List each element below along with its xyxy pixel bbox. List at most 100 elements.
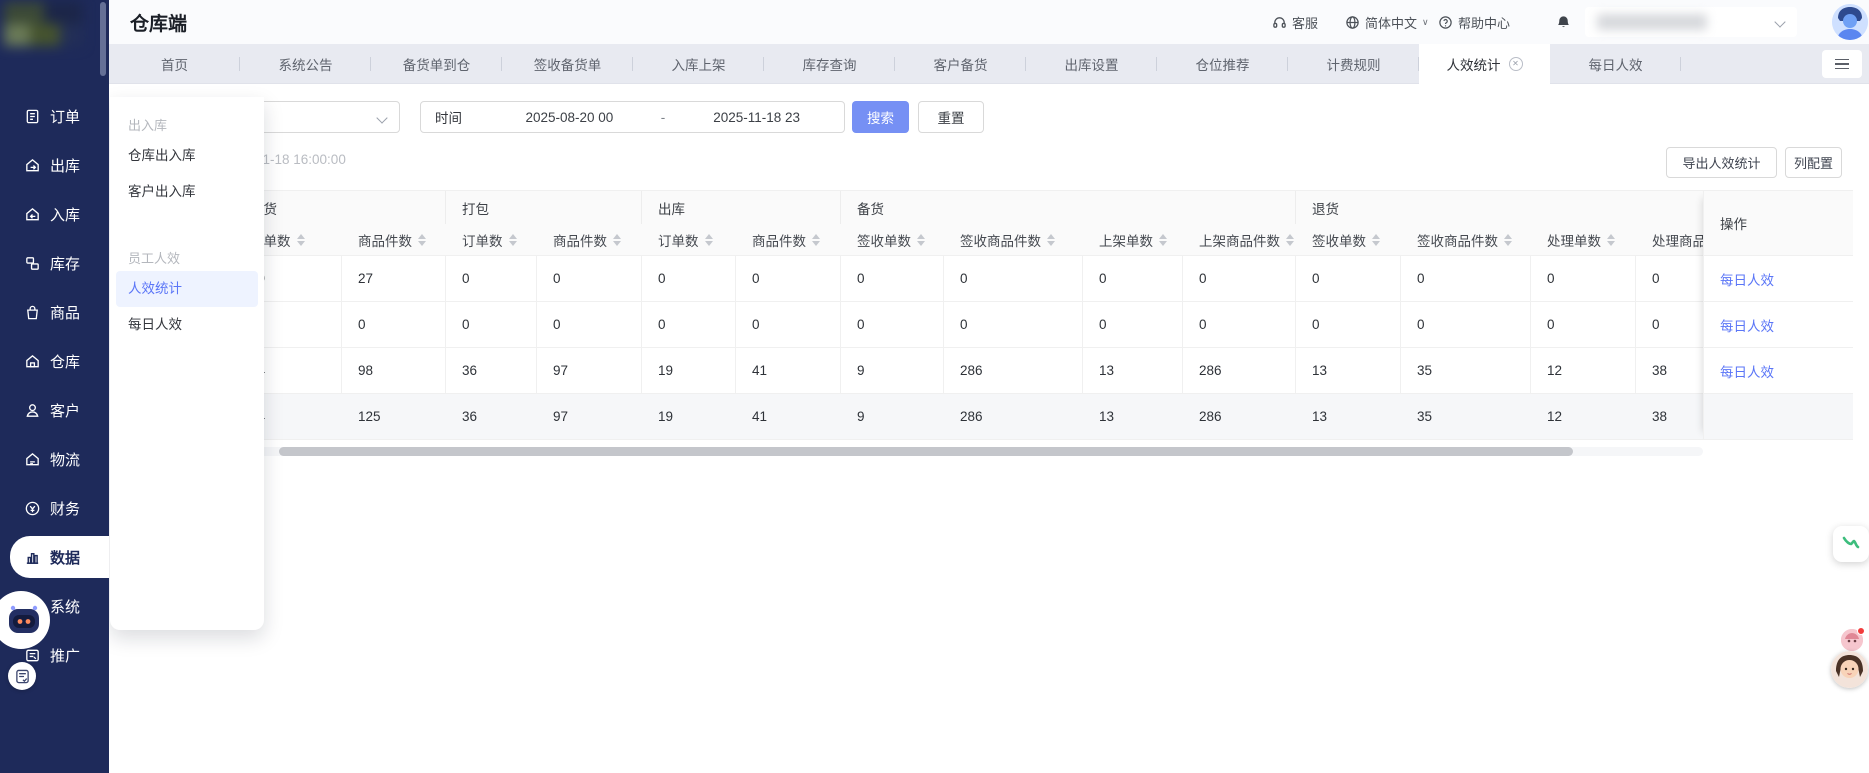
sidebar-scrollbar[interactable] [100,2,106,76]
sidebar-item-商品[interactable]: 商品 [0,288,109,337]
table-cell: 0 [1636,302,1703,347]
table-cell: 0 [537,302,642,347]
sort-icon[interactable] [1047,234,1055,246]
user-avatar[interactable] [1832,4,1868,40]
sort-icon[interactable] [1372,234,1380,246]
date-to-value[interactable]: 2025-11-18 23 [669,110,844,125]
sort-icon[interactable] [418,234,426,246]
tab-每日人效[interactable]: 每日人效 [1550,44,1681,84]
sidebar-item-物流[interactable]: 物流 [0,435,109,484]
tab-系统公告[interactable]: 系统公告 [240,44,371,84]
chat-logo-icon [1840,533,1862,555]
menu-section-title: 出入库 [128,115,264,134]
daily-efficiency-link[interactable]: 每日人效 [1720,361,1774,381]
tab-备货单到仓[interactable]: 备货单到仓 [371,44,502,84]
data-icon [24,549,41,566]
inbound-icon [24,206,41,223]
sort-icon[interactable] [1159,234,1167,246]
sort-icon[interactable] [1504,234,1512,246]
tab-客户备货[interactable]: 客户备货 [895,44,1026,84]
sidebar-item-财务[interactable]: 财务 [0,484,109,533]
date-from-value[interactable]: 2025-08-20 00 [482,110,657,125]
outbound-icon [24,157,41,174]
sort-icon[interactable] [1607,234,1615,246]
sidebar-item-出库[interactable]: 出库 [0,141,109,190]
sort-icon[interactable] [812,234,820,246]
table-cell: 0 [1296,256,1401,301]
chat-widget-button[interactable] [1833,526,1869,562]
tab-计费规则[interactable]: 计费规则 [1288,44,1419,84]
sort-icon[interactable] [613,234,621,246]
table-cell: 27 [342,256,446,301]
tab-仓位推荐[interactable]: 仓位推荐 [1157,44,1288,84]
assistant-avatar[interactable] [1831,651,1868,688]
sidebar-item-库存[interactable]: 库存 [0,239,109,288]
menu-item-每日人效[interactable]: 每日人效 [110,307,264,343]
close-tab-icon[interactable]: ✕ [1509,57,1523,71]
menu-item-仓库出入库[interactable]: 仓库出入库 [110,138,264,174]
tab-库存查询[interactable]: 库存查询 [764,44,895,84]
tab-出库设置[interactable]: 出库设置 [1026,44,1157,84]
table-cell: 125 [342,394,446,439]
column-header-商品件数: 商品件数 [342,224,446,255]
tab-list-menu-button[interactable] [1822,50,1862,78]
table-cell: 13 [1296,394,1401,439]
chevron-down-icon [1774,16,1785,27]
menu-item-客户出入库[interactable]: 客户出入库 [110,174,264,210]
table-cell: 36 [446,394,537,439]
table-cell: 0 [841,256,944,301]
notification-dot [1857,627,1865,635]
help-center-button[interactable]: 帮助中心 [1438,0,1510,44]
table-cell: 35 [1401,348,1531,393]
sort-icon[interactable] [705,234,713,246]
sidebar-item-数据[interactable]: 数据 [10,536,109,578]
table-row: 44983697194192861328613351238 [110,348,1703,394]
column-header-上架商品件数: 上架商品件数 [1183,224,1296,255]
robot-mascot-icon[interactable] [4,600,44,640]
feedback-form-icon[interactable] [8,662,36,690]
search-button[interactable]: 搜索 [852,101,909,133]
sort-icon[interactable] [509,234,517,246]
column-header-签收商品件数: 签收商品件数 [944,224,1083,255]
tab-签收备货单[interactable]: 签收备货单 [502,44,633,84]
reset-button[interactable]: 重置 [918,101,984,133]
date-range-picker[interactable]: 时间 2025-08-20 00 - 2025-11-18 23 [420,101,845,133]
bell-icon [1556,15,1571,30]
menu-item-人效统计[interactable]: 人效统计 [116,271,258,307]
tab-入库上架[interactable]: 入库上架 [633,44,764,84]
sidebar-item-客户[interactable]: 客户 [0,386,109,435]
chevron-down-icon [376,112,387,123]
sort-icon[interactable] [1286,234,1294,246]
chevron-down-icon: ∨ [1422,17,1429,28]
inventory-icon [24,255,41,272]
data-update-time: 11-18 16:00:00 [256,152,346,167]
support-button[interactable]: 客服 [1272,0,1318,44]
column-header-签收单数: 签收单数 [841,224,944,255]
table-cell: 19 [642,394,736,439]
tab-人效统计[interactable]: 人效统计✕ [1419,44,1550,84]
column-header-订单数: 订单数 [446,224,537,255]
sidebar-item-仓库[interactable]: 仓库 [0,337,109,386]
tab-首页[interactable]: 首页 [109,44,240,84]
date-separator: - [657,110,670,125]
sort-icon[interactable] [917,234,925,246]
table-summary-row: 741253697194192861328613351238 [110,394,1703,440]
daily-efficiency-link[interactable]: 每日人效 [1720,269,1774,289]
table-cell: 0 [736,256,841,301]
sidebar-item-入库[interactable]: 入库 [0,190,109,239]
warehouse-icon [24,353,41,370]
daily-efficiency-link[interactable]: 每日人效 [1720,315,1774,335]
logistics-icon [24,451,41,468]
mini-avatar-badge[interactable] [1841,629,1863,651]
finance-icon [24,500,41,517]
column-config-button[interactable]: 列配置 [1785,147,1842,178]
sort-icon[interactable] [297,234,305,246]
horizontal-scrollbar-thumb[interactable] [279,447,1573,456]
sidebar-item-订单[interactable]: 订单 [0,92,109,141]
export-efficiency-button[interactable]: 导出人效统计 [1666,147,1777,178]
table-cell: 13 [1083,394,1183,439]
language-switcher[interactable]: 简体中文 ∨ [1345,0,1429,44]
account-selector[interactable] [1585,7,1797,37]
table-cell: 286 [1183,348,1296,393]
notifications-bell[interactable] [1556,0,1571,44]
